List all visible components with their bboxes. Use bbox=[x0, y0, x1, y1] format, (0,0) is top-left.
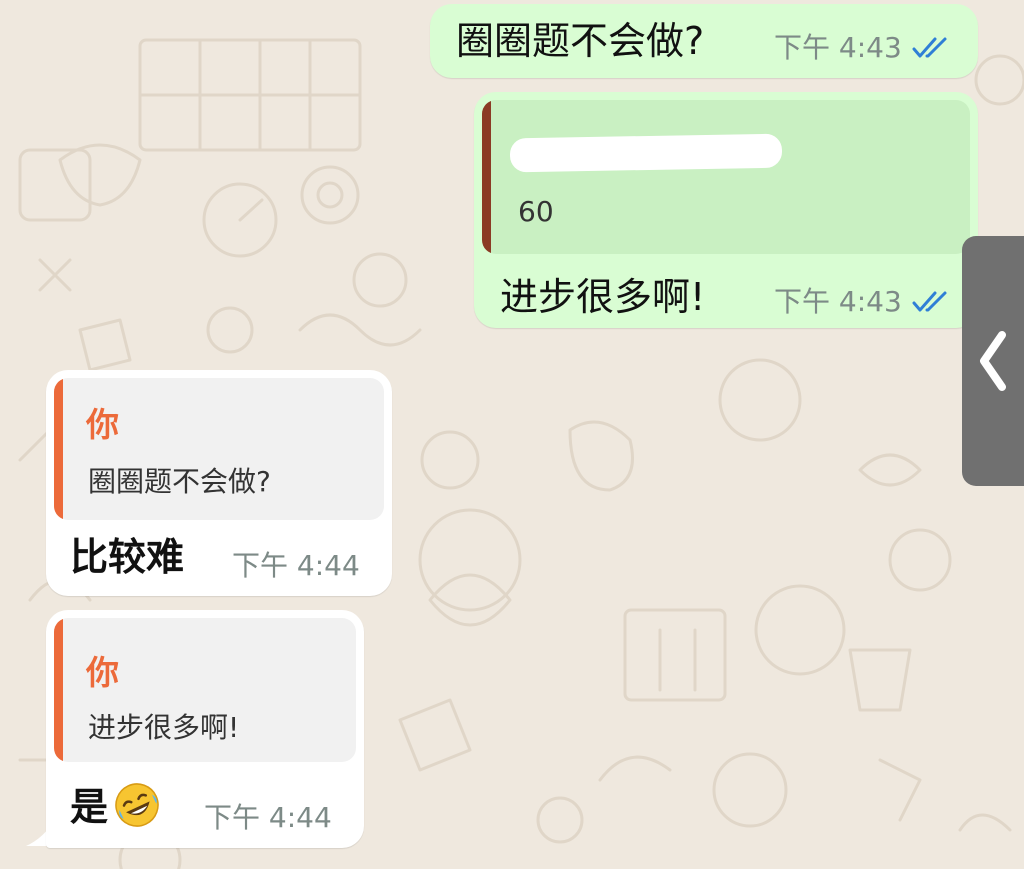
message-meta: 下午 4:44 bbox=[204, 804, 332, 832]
message-timestamp: 下午 4:43 bbox=[774, 285, 902, 318]
quoted-message[interactable]: 60 bbox=[482, 100, 970, 254]
message-timestamp: 下午 4:43 bbox=[774, 31, 902, 64]
message-text: 进步很多啊! bbox=[500, 275, 706, 319]
quote-bar bbox=[54, 378, 63, 520]
quoted-author: 你 bbox=[86, 653, 119, 692]
message-text: 比较难 bbox=[70, 535, 185, 579]
message-content: 是 bbox=[70, 782, 160, 828]
quoted-text: 进步很多啊! bbox=[88, 711, 240, 744]
message-meta: 下午 4:43 bbox=[774, 34, 954, 62]
message-meta: 下午 4:43 bbox=[774, 288, 954, 316]
incoming-reply-message[interactable]: 你 圈圈题不会做? 比较难 下午 4:44 bbox=[46, 370, 392, 596]
message-timestamp: 下午 4:44 bbox=[232, 549, 360, 582]
message-timestamp: 下午 4:44 bbox=[204, 801, 332, 834]
quoted-author: 你 bbox=[86, 405, 119, 444]
quoted-text: 60 bbox=[518, 195, 554, 228]
incoming-reply-message[interactable]: 你 进步很多啊! 是 下午 4:44 bbox=[46, 610, 364, 848]
quote-bar bbox=[482, 100, 491, 254]
quoted-message[interactable]: 你 圈圈题不会做? bbox=[54, 378, 384, 520]
side-panel-handle[interactable] bbox=[962, 236, 1024, 486]
redacted-author bbox=[509, 133, 783, 173]
chevron-left-icon bbox=[980, 331, 1006, 391]
message-text: 是 bbox=[70, 785, 109, 829]
double-check-icon bbox=[912, 291, 947, 312]
quoted-text: 圈圈题不会做? bbox=[88, 465, 271, 498]
message-meta: 下午 4:44 bbox=[232, 552, 360, 580]
quote-bar bbox=[54, 618, 63, 762]
double-check-icon bbox=[912, 37, 947, 58]
message-text: 圈圈题不会做? bbox=[456, 19, 705, 63]
quoted-message[interactable]: 你 进步很多啊! bbox=[54, 618, 356, 762]
outgoing-reply-message[interactable]: 60 进步很多啊! 下午 4:43 bbox=[474, 92, 978, 328]
outgoing-message[interactable]: 圈圈题不会做? 下午 4:43 bbox=[430, 4, 978, 78]
rofl-emoji-icon bbox=[115, 783, 159, 827]
